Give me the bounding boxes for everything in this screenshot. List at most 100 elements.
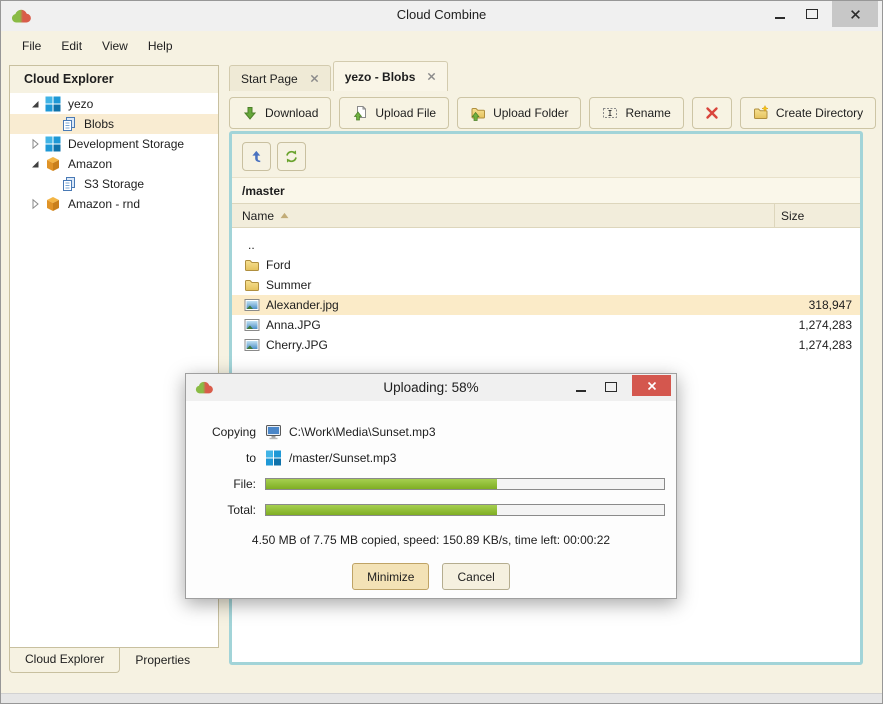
list-item-file[interactable]: Cherry.JPG 1,274,283 <box>232 335 860 355</box>
close-button[interactable] <box>832 1 878 27</box>
list-item-folder[interactable]: Ford <box>232 255 860 275</box>
to-label: to <box>186 451 256 465</box>
title-bar: Cloud Combine <box>1 1 882 31</box>
copying-label: Copying <box>186 425 256 439</box>
menu-help[interactable]: Help <box>138 35 183 57</box>
expander-closed-icon[interactable] <box>29 138 41 150</box>
file-name: Summer <box>266 278 764 292</box>
image-file-icon <box>244 337 260 353</box>
blobs-icon <box>61 116 77 132</box>
rename-label: Rename <box>625 106 670 120</box>
sidebar-header: Cloud Explorer <box>10 66 218 93</box>
create-directory-button[interactable]: Create Directory <box>740 97 876 129</box>
file-list: .. Ford Summer Alexander.jpg 318,947 Ann… <box>232 228 860 355</box>
menu-view[interactable]: View <box>92 35 138 57</box>
tree-item-blobs[interactable]: Blobs <box>10 114 218 134</box>
tree-item-label: Amazon <box>68 157 112 171</box>
tab-cloud-explorer[interactable]: Cloud Explorer <box>9 648 120 673</box>
file-size: 1,274,283 <box>764 338 860 352</box>
azure-icon <box>265 450 282 466</box>
upload-folder-label: Upload Folder <box>493 106 568 120</box>
tree-item-label: yezo <box>68 97 93 111</box>
maximize-icon <box>806 9 818 19</box>
rename-icon <box>602 105 618 121</box>
window-title: Cloud Combine <box>1 7 882 22</box>
copying-row: Copying C:\Work\Media\Sunset.mp3 <box>186 422 676 442</box>
file-size: 1,274,283 <box>764 318 860 332</box>
up-level-icon <box>249 149 264 164</box>
tree-item-development-storage[interactable]: Development Storage <box>10 134 218 154</box>
expander-closed-icon[interactable] <box>29 198 41 210</box>
file-name: Alexander.jpg <box>266 298 764 312</box>
app-window: Cloud Combine File Edit View Help Cloud … <box>0 0 883 704</box>
aws-bucket-icon <box>45 156 61 172</box>
sort-asc-icon <box>280 212 289 219</box>
tab-yezo-blobs[interactable]: yezo - Blobs <box>333 61 449 91</box>
expander-open-icon[interactable] <box>29 98 41 110</box>
dialog-close-button[interactable] <box>632 375 671 396</box>
blobs-icon <box>61 176 77 192</box>
document-tabs: Start Page yezo - Blobs <box>229 62 450 91</box>
cancel-button[interactable]: Cancel <box>442 563 509 590</box>
download-button[interactable]: Download <box>229 97 331 129</box>
maximize-icon <box>605 382 617 392</box>
rename-button[interactable]: Rename <box>589 97 683 129</box>
upload-file-button[interactable]: Upload File <box>339 97 449 129</box>
file-progress-bar <box>265 478 665 490</box>
dialog-title-bar: Uploading: 58% <box>186 374 676 401</box>
list-item-parent[interactable]: .. <box>232 235 860 255</box>
upload-folder-icon <box>470 105 486 121</box>
list-header: Name Size <box>232 203 860 228</box>
column-size[interactable]: Size <box>774 204 860 227</box>
refresh-button[interactable] <box>277 142 306 171</box>
upload-file-icon <box>352 105 368 121</box>
tab-properties[interactable]: Properties <box>120 648 205 672</box>
file-nav-bar <box>232 134 860 177</box>
file-label: File: <box>186 477 256 491</box>
tree-item-s3-storage[interactable]: S3 Storage <box>10 174 218 194</box>
list-item-file[interactable]: Anna.JPG 1,274,283 <box>232 315 860 335</box>
expander-open-icon[interactable] <box>29 158 41 170</box>
refresh-icon <box>284 149 299 164</box>
list-item-folder[interactable]: Summer <box>232 275 860 295</box>
list-item-file[interactable]: Alexander.jpg 318,947 <box>232 295 860 315</box>
azure-icon <box>45 96 61 112</box>
tree-item-amazon[interactable]: Amazon <box>10 154 218 174</box>
tree-item-amazon-rnd[interactable]: Amazon - rnd <box>10 194 218 214</box>
minimize-icon <box>775 17 785 19</box>
computer-icon <box>265 424 282 440</box>
column-size-label: Size <box>781 209 804 223</box>
delete-button[interactable] <box>692 97 732 129</box>
create-directory-label: Create Directory <box>776 106 863 120</box>
column-name[interactable]: Name <box>232 204 774 227</box>
tab-close-icon[interactable] <box>427 72 436 81</box>
minimize-dialog-button[interactable]: Minimize <box>352 563 429 590</box>
file-progress-fill <box>266 479 497 489</box>
dialog-minimize-button[interactable] <box>568 376 594 397</box>
current-path: /master <box>232 177 860 203</box>
destination-path: /master/Sunset.mp3 <box>289 451 396 465</box>
minimize-icon <box>576 390 586 392</box>
close-icon <box>647 381 657 391</box>
tree-item-label: S3 Storage <box>84 177 144 191</box>
tab-start-page[interactable]: Start Page <box>229 65 331 91</box>
image-file-icon <box>244 317 260 333</box>
up-level-button[interactable] <box>242 142 271 171</box>
tree-item-yezo[interactable]: yezo <box>10 94 218 114</box>
create-directory-icon <box>753 105 769 121</box>
close-icon <box>850 9 861 20</box>
folder-icon <box>244 257 260 273</box>
menu-edit[interactable]: Edit <box>51 35 92 57</box>
image-file-icon <box>244 297 260 313</box>
dialog-maximize-button[interactable] <box>598 376 624 397</box>
dialog-buttons: Minimize Cancel <box>186 563 676 590</box>
tab-close-icon[interactable] <box>310 74 319 83</box>
tab-label: yezo - Blobs <box>345 70 416 84</box>
download-icon <box>242 105 258 121</box>
maximize-button[interactable] <box>798 1 826 27</box>
menu-file[interactable]: File <box>12 35 51 57</box>
minimize-button[interactable] <box>766 1 794 27</box>
upload-folder-button[interactable]: Upload Folder <box>457 97 581 129</box>
tab-label: Start Page <box>241 72 298 86</box>
azure-icon <box>45 136 61 152</box>
